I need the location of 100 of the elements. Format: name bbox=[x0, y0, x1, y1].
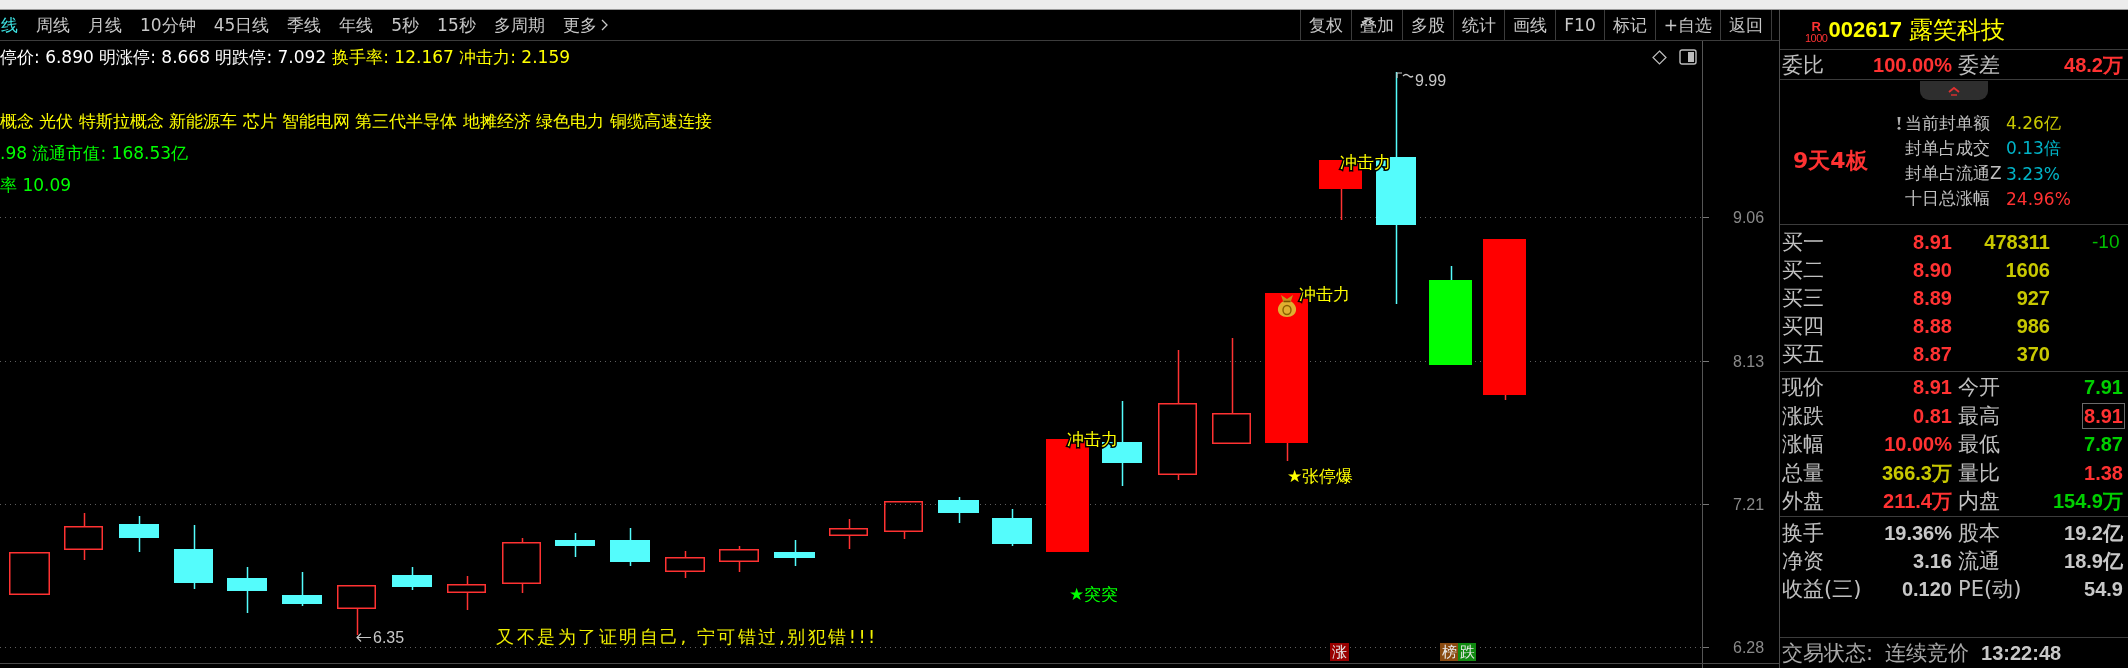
period-tab[interactable]: 周线 bbox=[27, 10, 79, 40]
profile-text: 概念 光伏 特斯拉概念 新能源车 芯片 智能电网 第三代半导体 地摊经济 绿色电力 铜缆高速连接 bbox=[0, 110, 712, 133]
bid-volume: 370 bbox=[2015, 342, 2051, 367]
stat-label: 封单占成交 bbox=[1905, 137, 1991, 160]
badge-number: 1000 bbox=[1805, 32, 1828, 44]
quote-label: 涨幅 bbox=[1782, 431, 1824, 459]
quote-label: 涨跌 bbox=[1782, 402, 1824, 430]
fund-label: 股本 bbox=[1957, 520, 2000, 547]
candlestick bbox=[938, 496, 979, 524]
period-tab[interactable]: 45日线 bbox=[204, 10, 279, 40]
signal-marker: ★突突 bbox=[1069, 584, 1119, 604]
bid-volume: 986 bbox=[2015, 314, 2051, 339]
period-tab[interactable]: 5秒 bbox=[382, 10, 429, 40]
period-tab[interactable]: 月线 bbox=[79, 10, 131, 40]
bid-volume: 1606 bbox=[2004, 258, 2051, 283]
event-tag: 跌 bbox=[1458, 643, 1476, 661]
candlestick bbox=[829, 518, 868, 550]
bid-label: 买二 bbox=[1782, 257, 1824, 284]
fund-label: PE(动) bbox=[1957, 576, 2022, 603]
quote-label: 最高 bbox=[1957, 402, 2000, 430]
stat-label: 当前封单额 bbox=[1905, 112, 1991, 135]
bid-label: 买五 bbox=[1782, 341, 1824, 368]
profile-text: .98 流通市值: 168.53亿 bbox=[0, 142, 189, 165]
fund-label: 流通 bbox=[1957, 548, 2000, 575]
quote-label: 总量 bbox=[1782, 459, 1824, 487]
bid-price: 8.91 bbox=[1912, 230, 1953, 255]
candlestick bbox=[610, 527, 650, 567]
quote-value: 8.91 bbox=[1912, 375, 1953, 401]
period-tab[interactable]: 年线 bbox=[330, 10, 383, 40]
candlestick bbox=[9, 552, 50, 595]
chevron-right-icon bbox=[600, 19, 608, 31]
period-tab[interactable]: 多周期 bbox=[484, 10, 554, 40]
bid-price: 8.90 bbox=[1912, 258, 1953, 283]
side-panel-icon[interactable] bbox=[1679, 49, 1697, 65]
collapse-toggle[interactable] bbox=[1920, 81, 1988, 100]
left-arrow-icon bbox=[356, 632, 372, 643]
fund-label: 换手 bbox=[1782, 520, 1824, 547]
quote-value: 7.87 bbox=[2083, 432, 2124, 458]
axis-label: 6.28 bbox=[1733, 639, 1765, 656]
fund-value: 54.9 bbox=[2083, 577, 2124, 602]
stat-value: 24.96% bbox=[2005, 188, 2071, 209]
indicator-text: 换手率: 12.167 冲击力: 2.159 bbox=[332, 46, 571, 69]
status-label: 交易状态: bbox=[1782, 640, 1874, 667]
status-time: 13:22:48 bbox=[1981, 641, 2062, 665]
period-tab[interactable]: 15秒 bbox=[428, 10, 485, 40]
candlestick bbox=[884, 501, 923, 540]
fund-value: 19.36% bbox=[1883, 521, 1953, 546]
status-value: 连续竞价 bbox=[1885, 640, 1970, 667]
indicator-text: 停价: 6.890 明涨停: 8.668 明跌停: 7.092 bbox=[0, 46, 327, 69]
candlestick bbox=[719, 545, 759, 573]
field-label: 委比 bbox=[1782, 51, 1824, 79]
fund-label: 收益(三) bbox=[1782, 576, 1862, 603]
field-label: 委差 bbox=[1957, 51, 2000, 79]
quote-value: 154.9万 bbox=[2051, 489, 2124, 515]
axis-label: 9.06 bbox=[1733, 209, 1765, 226]
period-tab[interactable]: 10分钟 bbox=[131, 10, 205, 40]
period-tab[interactable]: 季线 bbox=[278, 10, 331, 40]
fund-value: 3.16 bbox=[1912, 549, 1953, 574]
quote-value: 7.91 bbox=[2083, 375, 2124, 401]
chevron-up-icon bbox=[1947, 85, 1961, 96]
stat-label: 封单占流通Z bbox=[1905, 162, 2003, 185]
high-price-label: 9.99 bbox=[1415, 72, 1447, 89]
stat-value: 3.23% bbox=[2005, 163, 2061, 184]
bid-volume: 927 bbox=[2015, 286, 2051, 311]
diamond-icon[interactable] bbox=[1652, 49, 1667, 65]
signal-label: 冲击力 bbox=[1299, 284, 1350, 304]
quote-label: 量比 bbox=[1957, 459, 2000, 487]
period-tab[interactable]: 线 bbox=[0, 10, 27, 40]
more-button[interactable]: 更多 bbox=[553, 10, 617, 40]
bid-price: 8.87 bbox=[1912, 342, 1953, 367]
signal-marker: ★张停爆 bbox=[1287, 466, 1354, 486]
bid-volume: 478311 bbox=[1983, 230, 2051, 255]
stat-value: 4.26亿 bbox=[2005, 112, 2062, 135]
bid-price: 8.89 bbox=[1912, 286, 1953, 311]
candlestick bbox=[555, 532, 595, 558]
badge-letter: R bbox=[1811, 19, 1821, 33]
stat-label: 十日总涨幅 bbox=[1905, 187, 1991, 210]
candlestick bbox=[392, 566, 432, 591]
candlestick bbox=[447, 575, 486, 611]
fund-label: 净资 bbox=[1782, 548, 1824, 575]
quote-value: 10.00% bbox=[1883, 432, 1953, 458]
fund-value: 19.2亿 bbox=[2063, 521, 2124, 546]
candlestick bbox=[665, 550, 705, 579]
bid-label: 买三 bbox=[1782, 285, 1824, 312]
quote-value: 8.91 bbox=[2082, 402, 2125, 429]
candlestick bbox=[227, 566, 267, 614]
stock-code: 002617 bbox=[1828, 16, 1902, 43]
stat-value: 0.13倍 bbox=[2005, 137, 2062, 160]
candlestick bbox=[992, 508, 1032, 547]
quote-label: 外盘 bbox=[1782, 488, 1824, 516]
motto-text: 又不是为了证明自己, 宁可错过,别犯错!!! bbox=[496, 626, 878, 647]
event-tag: 涨 bbox=[1330, 643, 1349, 661]
profile-text: 率 10.09 bbox=[0, 174, 72, 197]
candlestick bbox=[64, 512, 103, 561]
quote-label: 今开 bbox=[1957, 374, 2000, 402]
candlestick bbox=[337, 585, 376, 636]
quote-value: 366.3万 bbox=[1880, 460, 1953, 486]
event-tag: 榜 bbox=[1440, 643, 1458, 661]
bid-price: 8.88 bbox=[1912, 314, 1953, 339]
quote-value: 1.38 bbox=[2083, 460, 2124, 486]
